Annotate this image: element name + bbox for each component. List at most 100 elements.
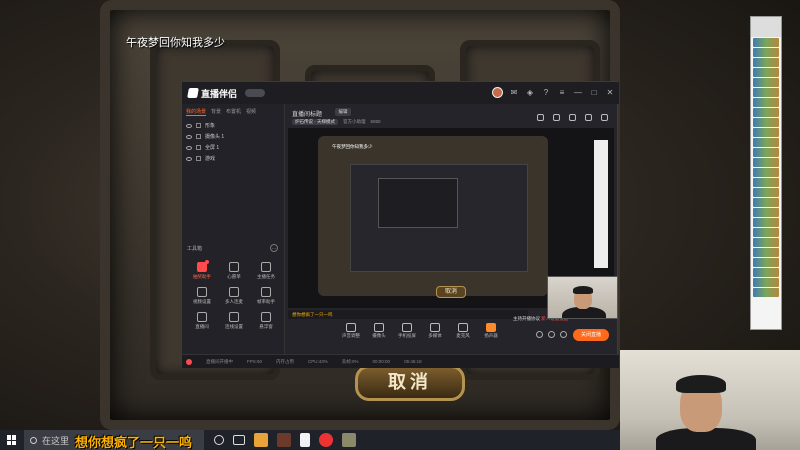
share-icon[interactable] [569,114,576,121]
tab-background[interactable]: 背景 [211,108,221,116]
room-meta: 炉石传说 · 天梯模式 官方小助理 6060 [292,119,381,125]
link-icon [229,312,239,322]
cortana-icon[interactable] [214,435,224,445]
chat-message [753,138,779,147]
lock-icon[interactable] [196,145,201,150]
lottery-icon [197,260,209,272]
app-titlebar: 直播伴侣 ✉ ◈ ? ≡ — □ ✕ [182,82,619,104]
speaker-icon [486,323,496,332]
shop-icon[interactable] [537,114,544,121]
user-avatar[interactable] [492,87,503,98]
tool-item[interactable]: 主播任务 [250,262,282,280]
chat-message [753,228,779,237]
maximize-icon[interactable]: □ [589,88,599,98]
close-icon[interactable]: ✕ [605,88,615,98]
minimize-icon[interactable]: — [573,88,583,98]
gift-icon[interactable] [553,114,560,121]
room-title: 直播间标题 [292,112,323,118]
tab-video[interactable]: 视频 [246,108,256,116]
preview-danmu: 午夜梦回你知我多少 [332,144,373,149]
phone-icon [402,323,412,332]
webcam-main [620,350,800,450]
more-icon[interactable]: … [270,244,278,252]
task-view-icon[interactable] [233,435,245,445]
chat-header [751,17,781,37]
video-settings-icon [197,287,207,297]
media-tool[interactable]: 多媒体 [426,323,444,339]
lock-icon[interactable] [196,123,201,128]
camera-tool[interactable]: 摄像头 [370,323,388,339]
bell-icon[interactable] [585,114,592,121]
settings-icon[interactable] [601,114,608,121]
refresh-icon[interactable] [548,331,555,338]
tool-item[interactable]: 帧率助手 [250,287,282,305]
netease-music-taskbar-icon[interactable] [319,433,333,447]
toolbox-heading: 工具箱 [187,246,203,252]
live-companion-taskbar-icon[interactable] [254,433,268,447]
preview-cancel-button: 取消 [436,286,466,298]
tab-my-scene[interactable]: 我的场景 [186,108,207,116]
eye-icon[interactable] [536,331,543,338]
category-chip[interactable]: 炉石传说 · 天梯模式 [292,119,338,125]
source-item[interactable]: 摄像头 1 [182,131,284,142]
start-stream-button[interactable]: 关闭直播 [573,329,609,341]
framerate-icon [261,287,271,297]
phone-cast-tool[interactable]: 手机投屏 [398,323,416,339]
message-icon[interactable]: ✉ [509,88,519,98]
hearthstone-taskbar-icon[interactable] [277,433,291,447]
visibility-icon[interactable] [186,134,192,139]
tool-label: 连线设置 [225,324,243,329]
chat-message [753,238,779,247]
gear-icon[interactable] [560,331,567,338]
visibility-icon[interactable] [186,156,192,161]
visibility-icon[interactable] [186,123,192,128]
chat-message [753,48,779,57]
chat-message [753,218,779,227]
chat-message [753,288,779,297]
speaker-tool[interactable]: 扬声器 [482,323,500,339]
lock-icon[interactable] [196,156,201,161]
help-icon[interactable]: ? [541,88,551,98]
sound-tool[interactable]: 声音调整 [342,323,360,339]
scene-source-panel: 我的场景 背景 布置机 视频 形象 摄像头 1 全屏 1 游戏 工具箱 … 抽奖… [182,104,285,368]
mic-tool[interactable]: 麦克风 [454,323,472,339]
status-item: 00:00:00 [372,359,391,364]
source-item[interactable]: 全屏 1 [182,142,284,153]
start-button[interactable] [0,430,24,450]
tool-item[interactable]: 抽奖助手 [186,260,218,280]
danmu-ticker: 想你想疯了一只一鸣 [288,310,528,319]
version-badge[interactable] [245,89,265,97]
chat-message [753,88,779,97]
tool-item[interactable]: 心愿单 [218,262,250,280]
status-item: 丢帧:0% [341,358,359,364]
tab-layout[interactable]: 布置机 [226,108,241,116]
menu-icon[interactable]: ≡ [557,88,567,98]
visibility-icon[interactable] [186,145,192,150]
chat-message [753,148,779,157]
game-cancel-button[interactable]: 取消 [355,365,465,401]
scene-tabs: 我的场景 背景 布置机 视频 [182,104,284,120]
source-label: 全屏 1 [205,145,220,151]
tool-label: 手机投屏 [398,333,416,338]
tool-item[interactable]: 多人连麦 [218,287,250,305]
tool-item[interactable]: 直播间 [186,312,218,330]
lock-icon[interactable] [196,134,201,139]
media-icon [430,323,440,332]
source-item[interactable]: 形象 [182,120,284,131]
tool-item[interactable]: 悬浮窗 [250,312,282,330]
chat-message [753,178,779,187]
tool-label: 麦克风 [456,333,470,338]
tool-label: 多人连麦 [225,299,243,304]
file-taskbar-icon[interactable] [300,433,310,447]
source-item[interactable]: 游戏 [182,153,284,164]
edit-title-button[interactable]: 编辑 [335,108,351,116]
live-companion-window: 直播伴侣 ✉ ◈ ? ≡ — □ ✕ 我的场景 背景 布置机 视频 形象 摄像头… [181,81,619,368]
skin-icon[interactable]: ◈ [525,88,535,98]
room-icon [197,312,207,322]
webcam-small [547,276,618,319]
tool-item[interactable]: 视频设置 [186,287,218,305]
chat-message [753,38,779,47]
tool-item[interactable]: 连线设置 [218,312,250,330]
app-taskbar-icon[interactable] [342,433,356,447]
source-label: 形象 [205,123,216,129]
